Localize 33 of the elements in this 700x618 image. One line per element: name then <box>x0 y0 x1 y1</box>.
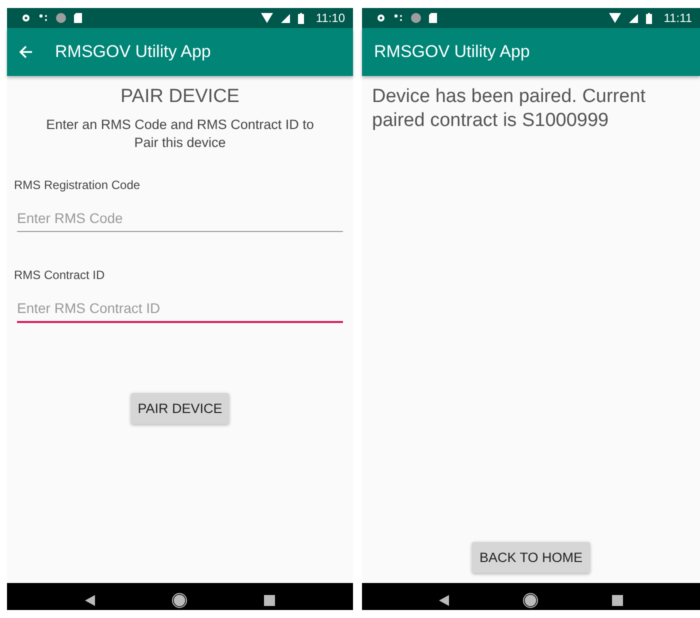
dots-icon <box>39 14 48 22</box>
sd-card-icon <box>74 13 82 23</box>
status-time: 11:11 <box>664 11 692 25</box>
back-icon[interactable] <box>85 595 96 606</box>
wifi-icon <box>260 13 273 23</box>
text-field[interactable]: Enter RMS Contract ID <box>17 296 343 323</box>
app-title: RMSGOV Utility App <box>55 42 211 62</box>
page-heading: PAIR DEVICE <box>120 86 240 108</box>
back-icon[interactable] <box>439 595 449 606</box>
pair-device-button[interactable]: PAIR DEVICE <box>130 393 230 424</box>
circle-icon <box>56 13 66 23</box>
field-label: RMS Registration Code <box>14 178 142 192</box>
home-icon[interactable] <box>172 593 187 608</box>
circle-icon <box>411 13 421 23</box>
signal-icon <box>628 14 638 22</box>
home-icon[interactable] <box>523 593 538 608</box>
recents-icon[interactable] <box>264 595 275 606</box>
app-title: RMSGOV Utility App <box>374 42 530 62</box>
field-label: RMS Contract ID <box>14 268 106 282</box>
back-to-home-button[interactable]: BACK TO HOME <box>472 542 590 573</box>
sd-card-icon <box>429 13 437 23</box>
dots-icon <box>394 14 403 22</box>
battery-icon <box>298 12 304 24</box>
instructions: Enter an RMS Code and RMS Contract ID to Pair this device <box>45 116 315 152</box>
wifi-icon <box>608 13 621 23</box>
battery-icon <box>646 12 652 24</box>
back-arrow-icon[interactable] <box>19 45 33 59</box>
signal-icon <box>280 14 290 22</box>
status-message: Device has been paired. Current paired contract is S1000999 <box>372 85 647 133</box>
text-field[interactable]: Enter RMS Code <box>17 206 343 232</box>
status-time: 11:10 <box>316 11 345 25</box>
settings-icon <box>376 13 386 23</box>
settings-icon <box>21 13 31 23</box>
